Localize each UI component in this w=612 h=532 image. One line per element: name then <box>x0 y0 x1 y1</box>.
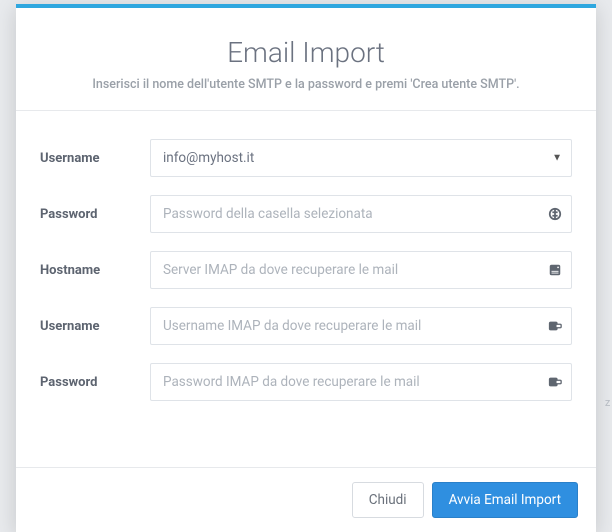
username-select[interactable]: info@myhost.it <box>150 139 572 177</box>
email-import-modal: Email Import Inserisci il nome dell'uten… <box>16 4 596 532</box>
start-import-button[interactable]: Avvia Email Import <box>432 482 578 518</box>
background-text-fragment: z <box>605 396 610 409</box>
control-wrap <box>150 195 572 233</box>
label-username: Username <box>40 151 150 166</box>
row-username-select: Username info@myhost.it ▼ <box>40 139 572 177</box>
hostname-input[interactable] <box>150 251 572 289</box>
label-hostname: Hostname <box>40 263 150 278</box>
control-wrap <box>150 363 572 401</box>
imap-password-input[interactable] <box>150 363 572 401</box>
modal-subtitle: Inserisci il nome dell'utente SMTP e la … <box>46 77 566 92</box>
modal-title: Email Import <box>46 36 566 69</box>
modal-footer: Chiudi Avvia Email Import <box>16 467 596 532</box>
row-password: Password <box>40 195 572 233</box>
imap-username-input[interactable] <box>150 307 572 345</box>
modal-accent-bar <box>16 4 596 8</box>
modal-body: Username info@myhost.it ▼ Password Hostn… <box>16 111 596 429</box>
password-input[interactable] <box>150 195 572 233</box>
close-button[interactable]: Chiudi <box>352 482 424 518</box>
control-wrap: info@myhost.it ▼ <box>150 139 572 177</box>
row-imap-username: Username <box>40 307 572 345</box>
row-imap-password: Password <box>40 363 572 401</box>
label-password: Password <box>40 207 150 222</box>
modal-header: Email Import Inserisci il nome dell'uten… <box>16 4 596 111</box>
label-imap-username: Username <box>40 319 150 334</box>
row-hostname: Hostname <box>40 251 572 289</box>
control-wrap <box>150 251 572 289</box>
control-wrap <box>150 307 572 345</box>
label-imap-password: Password <box>40 375 150 390</box>
